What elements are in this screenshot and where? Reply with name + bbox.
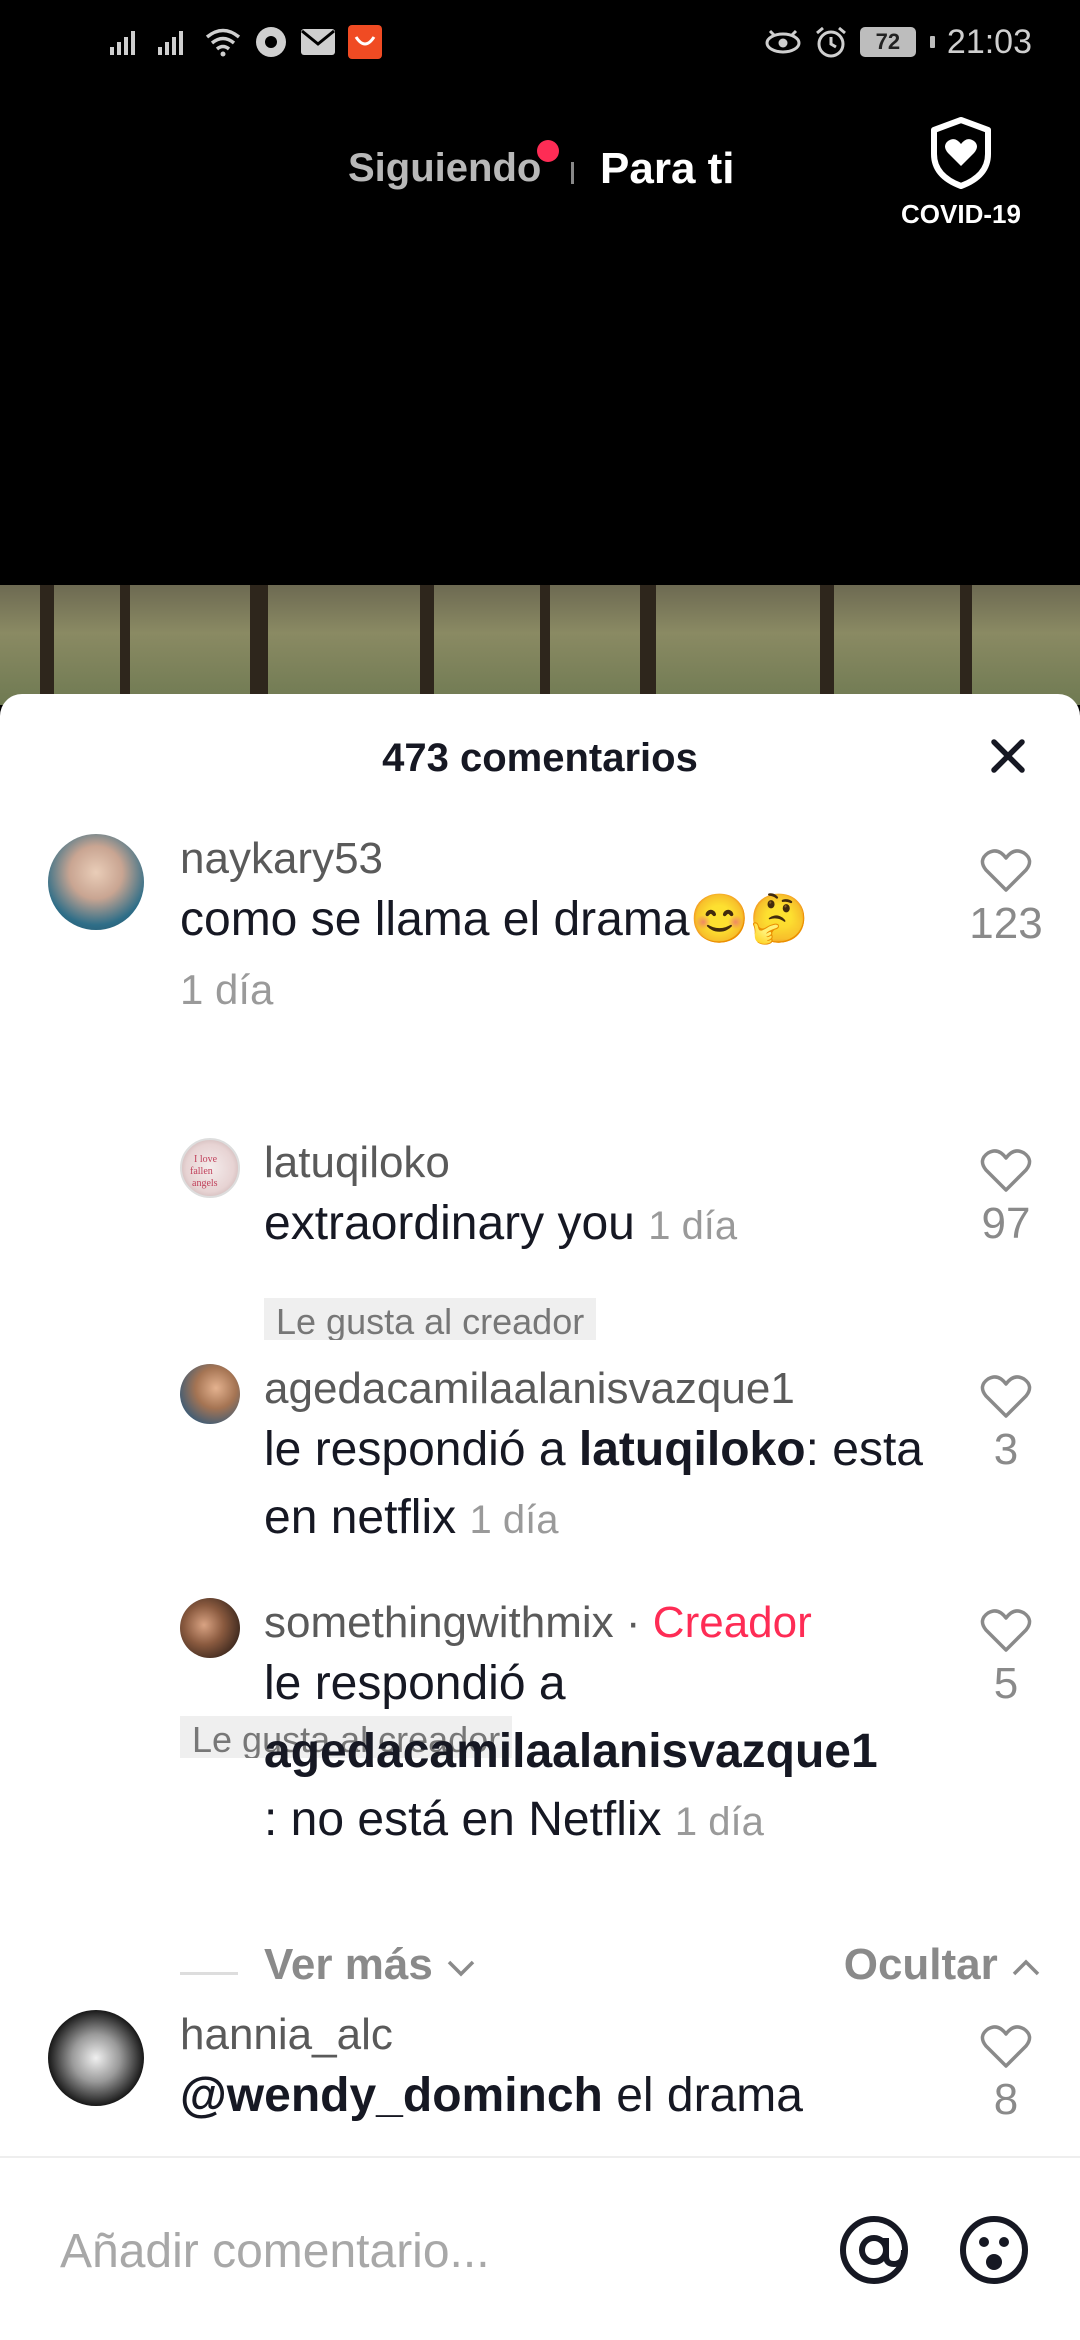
status-bar: 72 21:03	[0, 0, 1080, 84]
like-button[interactable]: 3	[966, 1374, 1046, 1475]
avatar[interactable]	[48, 2010, 144, 2106]
status-right-icons: 72 21:03	[764, 22, 1032, 62]
covid-button[interactable]: COVID-19	[886, 116, 1036, 230]
mention-button[interactable]	[838, 2214, 910, 2286]
reply-text: le respondió a latuqiloko: esta en netfl…	[264, 1416, 924, 1554]
heart-outline-icon	[980, 1609, 1032, 1652]
like-count: 3	[993, 1425, 1019, 1474]
svg-text:I love: I love	[194, 1154, 218, 1165]
emoji-icon	[960, 2216, 1028, 2284]
comment-input-bar: Añadir comentario...	[0, 2156, 1080, 2340]
notification-dot	[537, 140, 559, 162]
hide-label: Ocultar	[843, 1940, 998, 1989]
tab-following[interactable]: Siguiendo	[348, 146, 541, 191]
svg-text:angels: angels	[192, 1178, 218, 1189]
username-separator: ·	[613, 1598, 653, 1647]
reply-time: 1 día	[648, 1204, 738, 1248]
hide-replies-button[interactable]: Ocultar	[844, 1940, 1042, 1990]
comment-text-content: como se llama el drama😊🤔	[180, 893, 810, 946]
comment-text-content: el drama	[602, 2069, 803, 2122]
reply-to-user[interactable]: latuqiloko	[579, 1423, 806, 1476]
reply-text-content: : no está en Netflix	[264, 1793, 662, 1846]
mail-icon	[300, 22, 336, 62]
close-icon	[991, 739, 1025, 773]
heart-outline-icon	[980, 849, 1032, 892]
reply-colon: :	[805, 1423, 819, 1476]
reply-text: extraordinary you 1 día	[264, 1190, 737, 1260]
like-button[interactable]: 97	[966, 1148, 1046, 1249]
alarm-icon	[814, 22, 848, 62]
creator-badge: Creador	[652, 1598, 812, 1647]
tiktok-screen: 72 21:03 Siguiendo Para ti COVID-19 473 …	[0, 0, 1080, 2340]
like-button[interactable]: 8	[966, 2024, 1046, 2125]
signal-icon	[108, 22, 144, 62]
heart-outline-icon	[980, 1375, 1032, 1418]
comment-input[interactable]: Añadir comentario...	[60, 2224, 490, 2279]
divider-line	[180, 1972, 238, 1975]
eye-comfort-icon	[764, 22, 802, 62]
wifi-icon	[204, 22, 242, 62]
comment-item: naykary53 como se llama el drama😊🤔 1 día…	[0, 834, 1080, 1034]
avatar[interactable]	[48, 834, 144, 930]
like-count: 97	[981, 1199, 1031, 1248]
reply-item: agedacamilaalanisvazque1 le respondió a …	[0, 1364, 1080, 1564]
heart-outline-icon	[980, 1149, 1032, 1192]
avatar[interactable]	[180, 1598, 240, 1658]
replies-controls: Ver más Ocultar	[0, 1934, 1080, 1994]
mention-link[interactable]: @wendy_dominch	[180, 2069, 603, 2122]
signal-icon-2	[156, 22, 192, 62]
at-sign-icon	[840, 2216, 908, 2284]
reply-username[interactable]: latuqiloko	[264, 1138, 450, 1188]
shield-heart-icon	[931, 117, 991, 189]
comment-username[interactable]: hannia_alc	[180, 2010, 393, 2060]
view-more-label: Ver más	[264, 1940, 433, 1989]
chevron-down-icon	[447, 1960, 475, 1977]
covid-label: COVID-19	[901, 199, 1021, 229]
comment-text: @wendy_dominch el drama	[180, 2062, 803, 2130]
emoji-button[interactable]	[958, 2214, 1030, 2286]
reply-item: somethingwithmix · Creador le respondió …	[0, 1598, 1080, 1898]
like-count: 123	[969, 899, 1043, 948]
liked-by-creator-badge: Le gusta al creador	[264, 1298, 597, 1340]
like-count: 8	[993, 2075, 1019, 2124]
app-notification-icon	[254, 22, 288, 62]
comment-time: 1 día	[180, 966, 274, 1013]
tab-for-you[interactable]: Para ti	[600, 144, 735, 194]
comment-item: hannia_alc @wendy_dominch el drama 8	[0, 2010, 1080, 2150]
like-count: 5	[993, 1659, 1019, 1708]
video-background[interactable]	[0, 585, 1080, 705]
close-button[interactable]	[986, 734, 1030, 778]
chevron-up-icon	[1012, 1959, 1040, 1976]
comments-count-title: 473 comentarios	[382, 736, 698, 780]
reply-text-content: extraordinary you	[264, 1197, 635, 1250]
reply-username[interactable]: agedacamilaalanisvazque1	[264, 1364, 795, 1414]
comments-sheet: 473 comentarios naykary53 como se llama …	[0, 694, 1080, 2340]
reply-text: le respondió a agedacamilaalanisvazque1 …	[264, 1650, 964, 1856]
avatar-art-icon: I lovefallenangels	[190, 1154, 218, 1189]
shopping-app-icon	[348, 25, 382, 59]
reply-username: somethingwithmix · Creador	[264, 1598, 812, 1648]
comment-username[interactable]: naykary53	[180, 834, 383, 884]
reply-time: 1 día	[674, 1800, 764, 1844]
heart-outline-icon	[980, 2025, 1032, 2068]
avatar[interactable]: I love fallen angels	[180, 1138, 240, 1198]
like-button[interactable]: 5	[966, 1608, 1046, 1709]
tab-divider	[571, 162, 574, 184]
avatar[interactable]	[180, 1364, 240, 1424]
creator-username[interactable]: somethingwithmix	[264, 1598, 614, 1647]
battery-nub	[929, 36, 935, 48]
reply-to-user[interactable]: agedacamilaalanisvazque1	[264, 1725, 878, 1778]
comment-text: como se llama el drama😊🤔	[180, 886, 809, 954]
reply-prefix: le respondió a	[264, 1423, 579, 1476]
battery-icon: 72	[859, 27, 916, 57]
reply-time: 1 día	[469, 1498, 559, 1542]
svg-text:fallen: fallen	[190, 1166, 213, 1177]
clock: 21:03	[946, 22, 1032, 61]
status-left-icons	[108, 22, 382, 62]
like-button[interactable]: 123	[966, 848, 1046, 949]
comments-header: 473 comentarios	[0, 694, 1080, 824]
reply-prefix: le respondió a	[264, 1657, 566, 1710]
view-more-replies-button[interactable]: Ver más	[264, 1940, 477, 1990]
